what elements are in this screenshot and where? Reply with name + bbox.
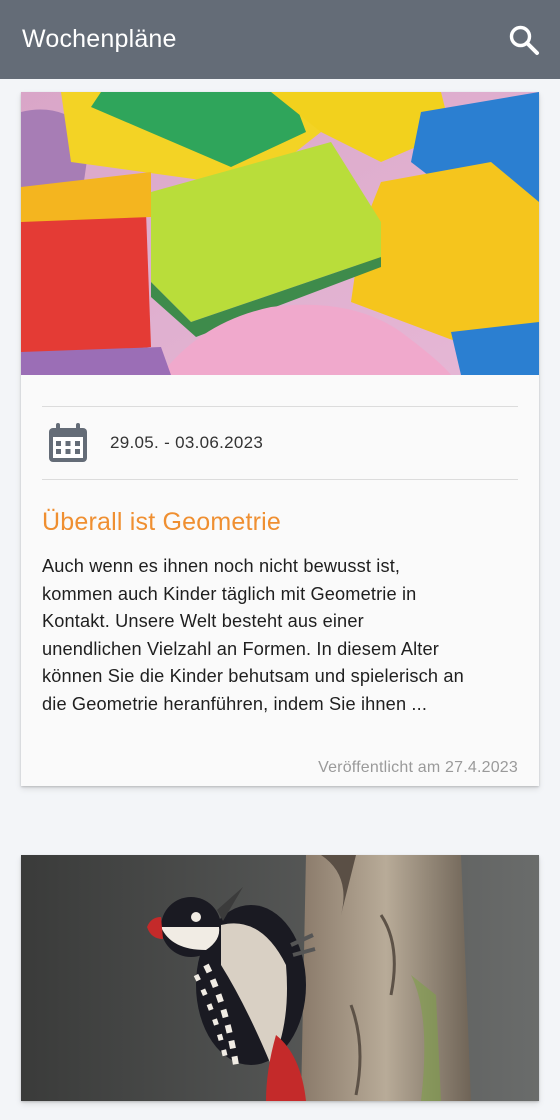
excerpt-line: können Sie die Kinder behutsam und spiel… [42,666,464,686]
post-footer: Veröffentlicht am 27.4.2023 [318,759,518,777]
excerpt-line: die Geometrie heranführen, indem Sie ihn… [42,693,428,714]
excerpt-line: Auch wenn es ihnen noch nicht bewusst is… [42,556,401,576]
post-image-woodpecker [21,855,539,1101]
excerpt-line: kommen auch Kinder täglich mit Geometrie… [42,583,417,604]
calendar-icon [49,423,87,462]
search-button[interactable] [504,20,544,60]
app-bar: Wochenpläne [0,0,560,79]
post-image-sponges [21,92,539,375]
excerpt-line: Kontakt. Unsere Welt besteht aus einer [42,611,364,631]
page-title: Wochenpläne [22,25,177,53]
published-date: Veröffentlicht am 27.4.2023 [318,759,518,776]
search-icon [509,25,539,55]
divider [42,479,518,480]
excerpt-line: unendlichen Vielzahl an Formen. In diese… [42,638,439,659]
post-card[interactable]: 29.05. - 03.06.2023 Überall ist Geometri… [21,92,539,786]
date-range: 29.05. - 03.06.2023 [110,433,264,452]
date-range-row: 29.05. - 03.06.2023 [42,407,518,479]
post-excerpt: Auch wenn es ihnen noch nicht bewusst is… [42,553,518,718]
post-title[interactable]: Überall ist Geometrie [42,508,518,537]
post-card[interactable] [21,855,539,1101]
